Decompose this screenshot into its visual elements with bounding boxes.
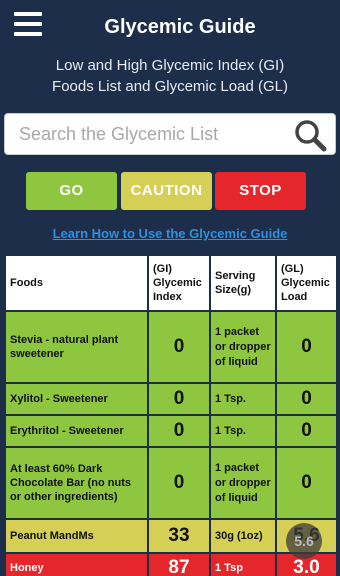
table-row[interactable]: Stevia - natural plant sweetener 0 1 pac…: [4, 310, 338, 384]
filter-buttons: GO CAUTION STOP: [26, 172, 306, 210]
serving-size: 1 packet or dropper of liquid: [209, 446, 277, 520]
search-icon[interactable]: [293, 118, 327, 152]
table-row[interactable]: Erythritol - Sweetener 0 1 Tsp. 0: [4, 414, 338, 448]
gi-value: 33: [147, 518, 211, 554]
table-header-row: Foods (GI) Glycemic Index Serving Size(g…: [4, 254, 338, 312]
gl-value: 0: [275, 310, 338, 384]
food-name: Honey: [4, 552, 149, 576]
search-box: [4, 113, 336, 155]
serving-size: 1 Tsp: [209, 552, 277, 576]
stop-button[interactable]: STOP: [215, 172, 306, 210]
header-gi[interactable]: (GI) Glycemic Index: [147, 254, 211, 312]
table-row[interactable]: At least 60% Dark Chocolate Bar (no nuts…: [4, 446, 338, 520]
subtitle-line-1: Low and High Glycemic Index (GI): [55, 57, 285, 74]
gi-value: 0: [147, 414, 211, 448]
gl-value: 0: [275, 382, 338, 416]
food-name: Erythritol - Sweetener: [4, 414, 149, 448]
table-row[interactable]: Honey 87 1 Tsp 3.0: [4, 552, 338, 576]
learn-guide-link[interactable]: Learn How to Use the Glycemic Guide: [0, 226, 340, 241]
header-foods[interactable]: Foods: [4, 254, 149, 312]
gi-value: 0: [147, 446, 211, 520]
food-name: Peanut MandMs: [4, 518, 149, 554]
gl-value: 0: [275, 446, 338, 520]
gl-value: 0: [275, 414, 338, 448]
gi-value: 87: [147, 552, 211, 576]
go-button[interactable]: GO: [26, 172, 117, 210]
serving-size: 30g (1oz): [209, 518, 277, 554]
caution-button[interactable]: CAUTION: [121, 172, 212, 210]
subtitle-line-2: Foods List and Glycemic Load (GL): [52, 78, 288, 95]
subtitle: Low and High Glycemic Index (GI) Foods L…: [0, 55, 340, 97]
floating-action-button[interactable]: 5.6: [286, 523, 322, 559]
gi-value: 0: [147, 382, 211, 416]
serving-size: 1 Tsp.: [209, 382, 277, 416]
header-gl[interactable]: (GL) Glycemic Load: [275, 254, 338, 312]
search-input[interactable]: [5, 114, 285, 154]
table-row[interactable]: Xylitol - Sweetener 0 1 Tsp. 0: [4, 382, 338, 416]
food-name: Xylitol - Sweetener: [4, 382, 149, 416]
food-name: At least 60% Dark Chocolate Bar (no nuts…: [4, 446, 149, 520]
serving-size: 1 packet or dropper of liquid: [209, 310, 277, 384]
app-header: Glycemic Guide: [0, 0, 340, 55]
gi-value: 0: [147, 310, 211, 384]
page-title: Glycemic Guide: [104, 16, 256, 38]
header-serving[interactable]: Serving Size(g): [209, 254, 277, 312]
glycemic-table: Foods (GI) Glycemic Index Serving Size(g…: [4, 254, 338, 576]
serving-size: 1 Tsp.: [209, 414, 277, 448]
food-name: Stevia - natural plant sweetener: [4, 310, 149, 384]
